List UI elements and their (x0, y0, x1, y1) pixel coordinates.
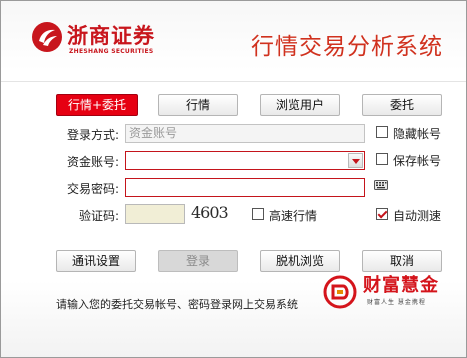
logo-name: 浙商证券 (67, 24, 155, 48)
captcha-image-text: 4603 (191, 203, 229, 222)
brand-logo-icon (323, 275, 357, 309)
brand-badge: 财富慧金 财富人生 慧金携程 (321, 267, 463, 317)
login-mode-label: 登录方式: (66, 128, 119, 142)
auto-speedtest-label: 自动测速 (393, 209, 442, 223)
login-window: 浙商证券 ZHESHANG SECURITIES 行情交易分析系统 行情+委托 … (0, 0, 467, 358)
captcha-input[interactable] (125, 204, 185, 224)
captcha-image[interactable]: 4603 (191, 203, 247, 225)
account-combo[interactable] (125, 151, 365, 170)
app-title: 行情交易分析系统 (251, 34, 443, 60)
login-mode-field[interactable]: 资金账号 (125, 124, 365, 143)
captcha-label: 验证码: (78, 209, 119, 223)
password-field[interactable] (125, 178, 365, 197)
mode-quotes-trade-button[interactable]: 行情+委托 (56, 94, 138, 116)
auto-speedtest-checkbox[interactable] (376, 208, 388, 220)
mode-browse-user-button[interactable]: 浏览用户 (260, 94, 340, 116)
chevron-down-icon[interactable] (348, 153, 363, 168)
account-label: 资金账号: (66, 155, 119, 169)
fast-quotes-label: 高速行情 (269, 209, 318, 223)
mode-quotes-button[interactable]: 行情 (158, 94, 238, 116)
login-button[interactable]: 登录 (158, 250, 238, 272)
brand-name: 财富慧金 (363, 275, 439, 296)
mode-trade-button[interactable]: 委托 (362, 94, 442, 116)
logo-english-name: ZHESHANG SECURITIES (69, 48, 154, 55)
hide-account-checkbox[interactable] (376, 126, 388, 138)
brand-tagline: 财富人生 慧金携程 (367, 299, 426, 306)
header: 浙商证券 ZHESHANG SECURITIES 行情交易分析系统 (1, 1, 466, 73)
fast-quotes-checkbox[interactable] (252, 208, 264, 220)
login-hint-text: 请输入您的委托交易帐号、密码登录网上交易系统 (56, 298, 298, 311)
password-label: 交易密码: (66, 182, 119, 196)
save-account-label: 保存帐号 (393, 154, 442, 168)
keyboard-icon[interactable] (374, 180, 388, 190)
header-divider (1, 81, 466, 82)
zheshang-logo-icon (32, 22, 62, 52)
comm-settings-button[interactable]: 通讯设置 (56, 250, 136, 272)
save-account-checkbox[interactable] (376, 153, 388, 165)
hide-account-label: 隐藏帐号 (393, 127, 442, 141)
